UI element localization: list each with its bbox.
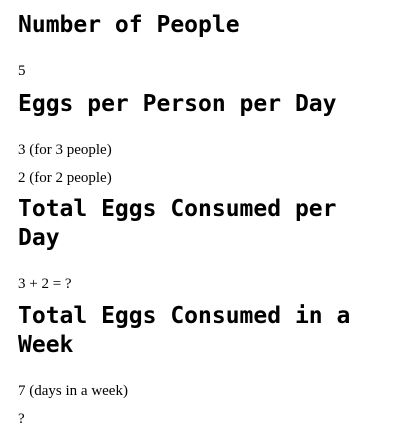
- eggs-rate-line: 2 (for 2 people): [18, 170, 112, 186]
- section-heading: Total Eggs Consumed in a Week: [18, 303, 351, 358]
- daily-total-expression: 3 + 2 = ?: [18, 276, 72, 292]
- section-total-eggs-per-day: Total Eggs Consumed per Day 3 + 2 = ?: [18, 195, 388, 293]
- people-count-value: 5: [18, 63, 26, 79]
- section-eggs-per-person: Eggs per Person per Day 3 (for 3 people)…: [18, 90, 388, 187]
- section-heading: Number of People: [18, 12, 240, 38]
- section-heading: Eggs per Person per Day: [18, 91, 337, 117]
- section-heading: Total Eggs Consumed per Day: [18, 196, 337, 251]
- section-number-of-people: Number of People 5: [18, 11, 388, 80]
- section-total-eggs-per-week: Total Eggs Consumed in a Week 7 (days in…: [18, 302, 388, 428]
- document-body: Number of People 5 Eggs per Person per D…: [18, 10, 388, 428]
- weekly-total-unknown: ?: [18, 411, 25, 427]
- days-in-week-line: 7 (days in a week): [18, 383, 128, 399]
- eggs-rate-line: 3 (for 3 people): [18, 142, 112, 158]
